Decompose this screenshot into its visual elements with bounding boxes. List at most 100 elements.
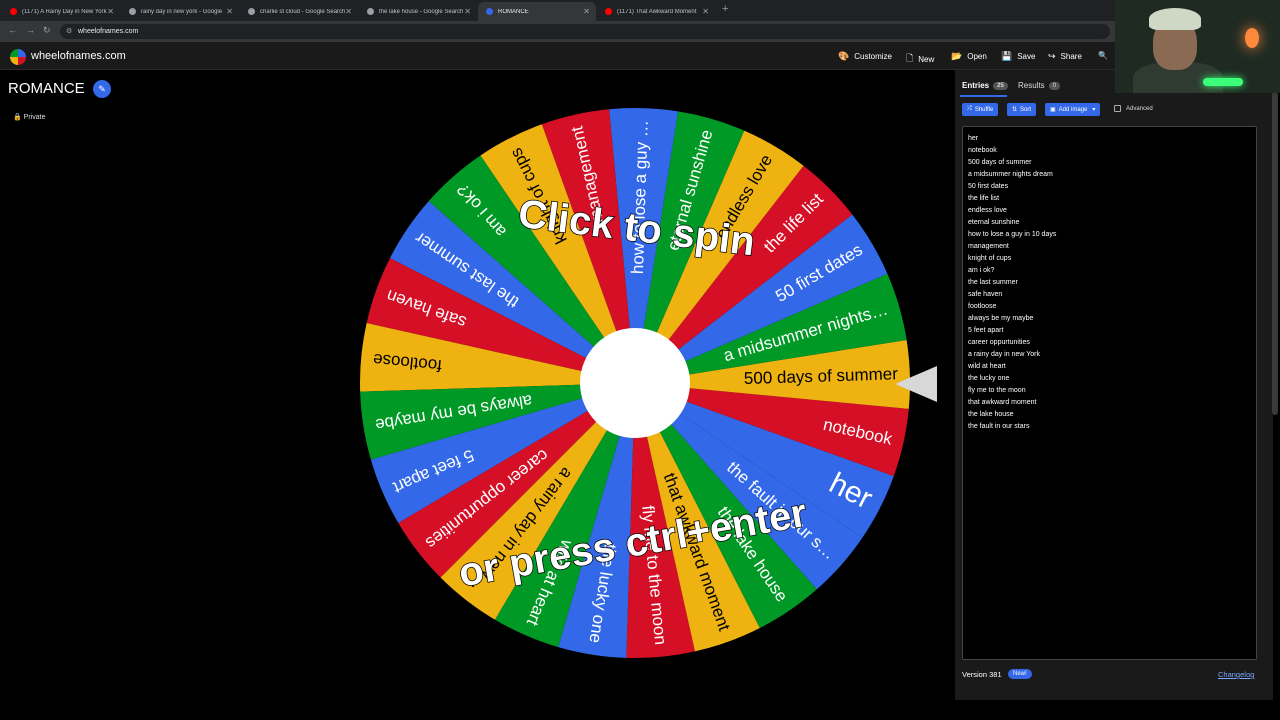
- back-icon[interactable]: ←: [8, 25, 17, 35]
- forward-icon[interactable]: →: [26, 25, 35, 35]
- site-header: wheelofnames.com 🎨 Customize 🗋 New 📂 Open 💾 Sav…: [0, 42, 1280, 70]
- entry-line: career oppurtunities: [968, 339, 1030, 346]
- plus-icon[interactable]: +: [722, 3, 728, 15]
- browser-tab[interactable]: (1171) A Rainy Day in New York ✕: [2, 2, 120, 21]
- entry-line: the fault in our stars: [968, 423, 1030, 430]
- url-field[interactable]: ⚙ wheelofnames.com: [60, 24, 1110, 39]
- entry-line: that awkward moment: [968, 399, 1037, 406]
- menu-label: Share: [1060, 52, 1082, 61]
- browser-tab[interactable]: the lake house - Google Search ✕: [359, 2, 477, 21]
- entry-line: always be my maybe: [968, 315, 1034, 322]
- close-tab-icon[interactable]: ✕: [345, 7, 352, 16]
- add-image-label: Add image: [1058, 106, 1088, 113]
- entry-line: notebook: [968, 147, 997, 154]
- wheel[interactable]: her notebook 500 days of summer a midsummer…: [360, 106, 910, 660]
- tab-favicon-icon: [605, 8, 612, 15]
- entry-line: how to lose a guy in 10 days: [968, 231, 1057, 238]
- lock-icon: 🔒: [13, 114, 22, 121]
- browser-tab[interactable]: charlie st cloud - Google Search ✕: [240, 2, 358, 21]
- tab-title: (1171) A Rainy Day in New York: [22, 8, 107, 15]
- search-icon[interactable]: 🔍: [1098, 51, 1108, 60]
- version-label: Version 381: [962, 670, 1002, 679]
- advanced-checkbox[interactable]: [1114, 105, 1121, 112]
- wheel-pointer-icon: [895, 366, 937, 402]
- browser-tab[interactable]: ROMANCE ✕: [478, 2, 596, 21]
- entry-line: endless love: [968, 207, 1007, 214]
- site-info-icon[interactable]: ⚙: [66, 27, 72, 35]
- entries-panel: Entries 25 Results 0 ⤮ Shuffle ⇅ Sort ▣ …: [955, 70, 1273, 700]
- entry-line: the lucky one: [968, 375, 1010, 382]
- reload-icon[interactable]: ↻: [43, 25, 51, 36]
- menu-new-button[interactable]: 🗋 New: [906, 51, 934, 67]
- entry-line: knight of cups: [968, 255, 1012, 262]
- webcam-lamp: [1245, 28, 1259, 48]
- sort-icon: ⇅: [1012, 107, 1018, 113]
- address-bar-row: ← → ↻ ⚙ wheelofnames.com: [0, 21, 1280, 42]
- menu-customize-button[interactable]: 🎨 Customize: [838, 51, 892, 62]
- entry-line: footloose: [968, 303, 997, 310]
- close-tab-icon[interactable]: ✕: [464, 7, 471, 16]
- palette-icon: 🎨: [838, 51, 850, 61]
- file-icon: 🗋: [906, 53, 914, 63]
- webcam-person-hat: [1149, 8, 1201, 30]
- results-count-badge: 0: [1048, 81, 1061, 90]
- advanced-toggle[interactable]: Advanced: [1114, 105, 1153, 112]
- tab-favicon-icon: [10, 8, 17, 15]
- site-name[interactable]: wheelofnames.com: [31, 50, 126, 62]
- menu-label: Open: [967, 52, 987, 61]
- tab-title: the lake house - Google Search: [379, 8, 464, 15]
- menu-label: Customize: [854, 52, 893, 61]
- tab-entries[interactable]: Entries 25: [962, 81, 1008, 90]
- tab-favicon-icon: [367, 8, 374, 15]
- close-tab-icon[interactable]: ✕: [702, 7, 709, 16]
- sort-button[interactable]: ⇅ Sort: [1007, 103, 1037, 116]
- entries-textarea[interactable]: her notebook 500 days of summer a midsummer…: [962, 126, 1257, 660]
- close-tab-icon[interactable]: ✕: [226, 7, 233, 16]
- entry-line: am i ok?: [968, 267, 995, 274]
- tab-title: (1171) That Awkward Moment: [617, 8, 697, 15]
- menu-label: New: [918, 54, 935, 64]
- webcam-overlay: [1115, 0, 1280, 93]
- shuffle-button[interactable]: ⤮ Shuffle: [962, 103, 999, 116]
- entry-line: 500 days of summer: [968, 159, 1032, 166]
- private-label: Private: [23, 114, 46, 121]
- share-icon: ↪: [1048, 51, 1056, 61]
- entry-line: fly me to the moon: [968, 387, 1026, 394]
- wheel-center[interactable]: [580, 328, 690, 438]
- save-icon: 💾: [1001, 51, 1013, 61]
- private-badge: 🔒 Private: [13, 113, 45, 121]
- changelog-link[interactable]: Changelog: [1218, 670, 1254, 679]
- browser-tab-bar: (1171) A Rainy Day in New York ✕ rainy day…: [0, 0, 1280, 21]
- entry-line: 5 feet apart: [968, 327, 1004, 334]
- browser-tab[interactable]: rainy day in new york - Google ✕: [121, 2, 239, 21]
- advanced-label: Advanced: [1126, 105, 1153, 112]
- new-badge[interactable]: New!: [1008, 669, 1032, 679]
- edit-title-button[interactable]: ✎: [93, 80, 111, 98]
- menu-open-button[interactable]: 📂 Open: [951, 51, 987, 62]
- tab-title: rainy day in new york - Google: [141, 8, 223, 15]
- entries-count-badge: 25: [993, 81, 1008, 90]
- entry-line: 50 first dates: [968, 183, 1009, 190]
- browser-tab[interactable]: (1171) That Awkward Moment ✕: [597, 2, 715, 21]
- image-icon: ▣: [1050, 107, 1056, 113]
- folder-icon: 📂: [951, 51, 963, 61]
- tab-title: ROMANCE: [498, 8, 529, 15]
- wheel-title: ROMANCE: [8, 80, 85, 97]
- panel-scrollbar[interactable]: [1272, 92, 1278, 415]
- tab-results[interactable]: Results 0: [1018, 81, 1061, 90]
- menu-save-button[interactable]: 💾 Save: [1001, 51, 1035, 62]
- close-tab-icon[interactable]: ✕: [107, 7, 114, 16]
- menu-share-button[interactable]: ↪ Share: [1048, 51, 1082, 62]
- close-tab-icon[interactable]: ✕: [583, 7, 590, 16]
- entry-line: management: [968, 243, 1009, 250]
- url-text: wheelofnames.com: [78, 28, 139, 35]
- tab-title: charlie st cloud - Google Search: [260, 8, 346, 15]
- tab-favicon-icon: [486, 8, 493, 15]
- entry-line: wild at heart: [968, 363, 1006, 370]
- wheel-logo-icon[interactable]: [10, 49, 26, 65]
- wheel-svg[interactable]: hernotebook500 days of summera midsummer…: [360, 106, 910, 660]
- active-tab-indicator: [960, 95, 1007, 97]
- entry-line: the last summer: [968, 279, 1018, 286]
- entry-line: the lake house: [968, 411, 1014, 418]
- add-image-button[interactable]: ▣ Add image ▾: [1045, 103, 1101, 116]
